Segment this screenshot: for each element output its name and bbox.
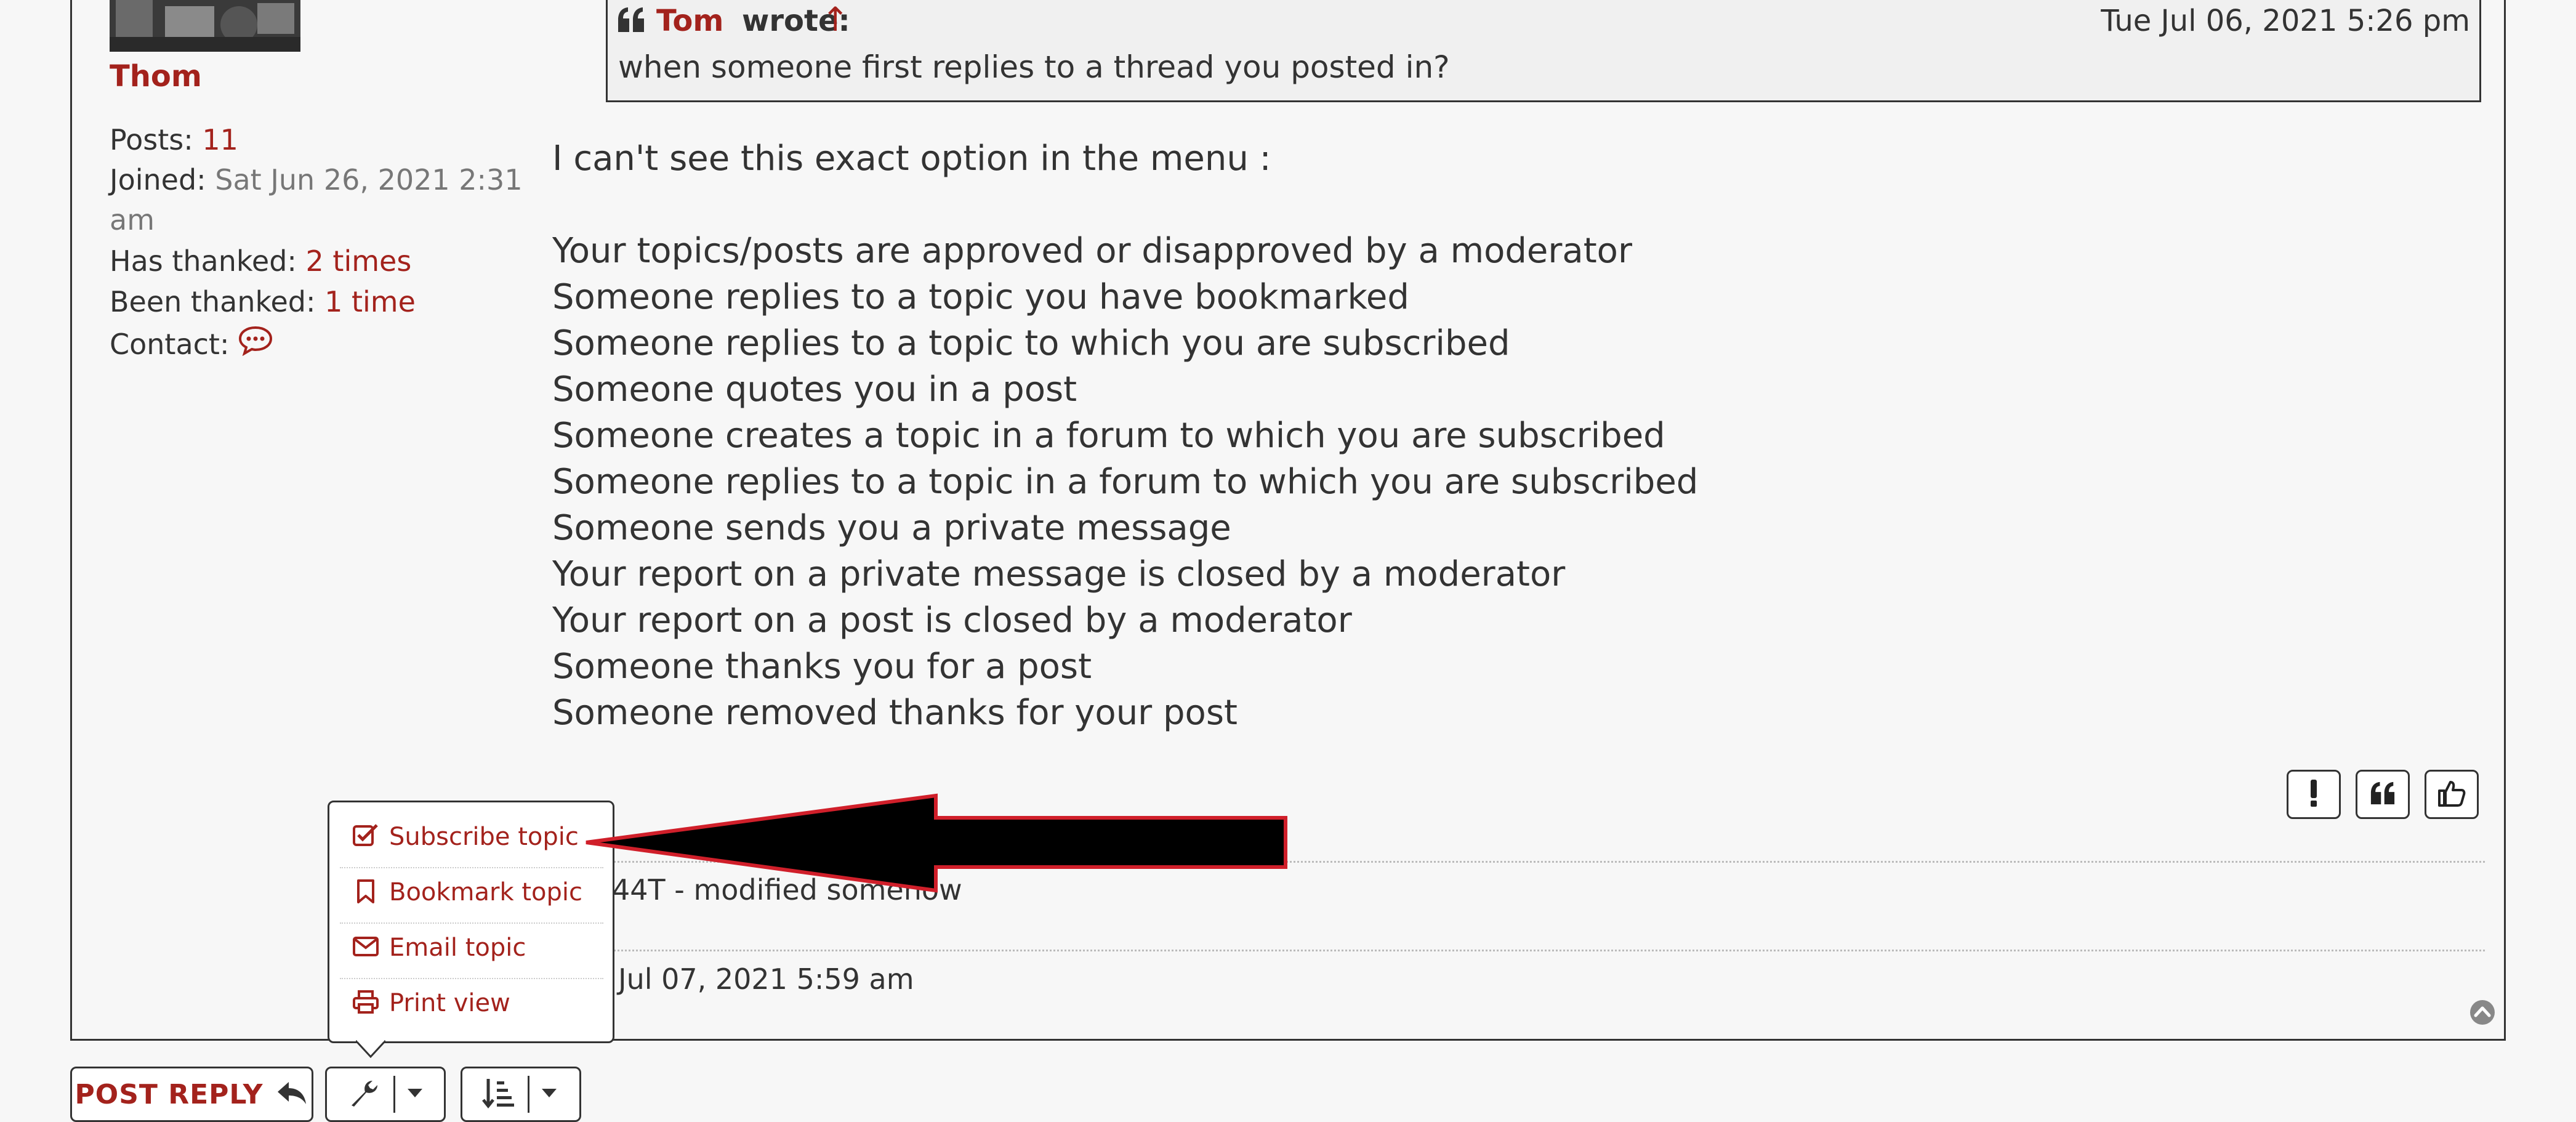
- quote-text: when someone first replies to a thread y…: [618, 49, 1450, 85]
- chat-icon[interactable]: [238, 325, 273, 363]
- wrench-icon: [348, 1077, 380, 1112]
- author-contact: Contact:: [110, 325, 273, 363]
- check-square-icon: [352, 823, 379, 850]
- dropdown-caret: [355, 1039, 387, 1060]
- bookmark-icon: [352, 879, 379, 906]
- email-topic-label: Email topic: [389, 934, 526, 962]
- sort-button[interactable]: [461, 1067, 581, 1122]
- quote-icon: [617, 6, 645, 36]
- author-posts: Posts: 11: [110, 123, 238, 156]
- bookmark-topic-label: Bookmark topic: [389, 878, 583, 906]
- edit-divider: [610, 950, 2485, 951]
- back-to-top-icon[interactable]: [2469, 999, 2496, 1028]
- quote-icon: [2369, 781, 2396, 808]
- post-line: Someone thanks you for a post: [552, 647, 1092, 687]
- subscribe-topic-label: Subscribe topic: [389, 823, 579, 851]
- post-line: Your report on a post is closed by a mod…: [552, 600, 1352, 640]
- has-thanked-link[interactable]: 2 times: [306, 244, 412, 278]
- email-topic-item[interactable]: Email topic: [352, 934, 526, 962]
- post-line: Someone replies to a topic in a forum to…: [552, 462, 1699, 502]
- author-joined: Joined: Sat Jun 26, 2021 2:31: [110, 163, 523, 196]
- subscribe-topic-item[interactable]: Subscribe topic: [352, 823, 579, 851]
- print-view-item[interactable]: Print view: [352, 989, 510, 1017]
- post-line: Someone creates a topic in a forum to wh…: [552, 416, 1665, 456]
- envelope-icon: [352, 934, 379, 961]
- thanks-button[interactable]: [2425, 770, 2479, 819]
- quote-jump-link[interactable]: ↑: [821, 0, 849, 39]
- contact-label: Contact:: [110, 327, 230, 361]
- post-intro: I can't see this exact option in the men…: [552, 139, 1271, 179]
- post-line: Someone quotes you in a post: [552, 369, 1077, 410]
- reply-arrow-icon: [275, 1080, 308, 1109]
- printer-icon: [352, 990, 379, 1017]
- edit-info: Jul 07, 2021 5:59 am: [618, 963, 914, 996]
- exclamation-icon: [2309, 778, 2319, 810]
- post-line: Your topics/posts are approved or disapp…: [552, 231, 1632, 271]
- chevron-down-icon[interactable]: [406, 1088, 424, 1101]
- dropdown-separator: [340, 978, 603, 979]
- chevron-down-icon[interactable]: [541, 1088, 558, 1101]
- joined-date: Sat Jun 26, 2021 2:31: [215, 163, 523, 196]
- quote-author[interactable]: Tom: [656, 4, 723, 38]
- posts-label: Posts:: [110, 123, 193, 156]
- post-line: Someone removed thanks for your post: [552, 693, 1238, 733]
- author-username[interactable]: Thom: [110, 59, 202, 94]
- sort-icon: [482, 1076, 515, 1112]
- dropdown-separator: [340, 867, 603, 868]
- annotation-arrow-icon: [585, 788, 1293, 902]
- joined-date-cont: am: [110, 203, 155, 236]
- author-been-thanked: Been thanked: 1 time: [110, 285, 416, 318]
- print-view-label: Print view: [389, 989, 510, 1017]
- post-reply-button[interactable]: POST REPLY: [70, 1067, 313, 1122]
- report-button[interactable]: [2287, 770, 2341, 819]
- author-has-thanked: Has thanked: 2 times: [110, 244, 411, 278]
- been-thanked-label: Been thanked:: [110, 285, 316, 318]
- post-line: Someone replies to a topic you have book…: [552, 277, 1409, 317]
- has-thanked-label: Has thanked:: [110, 244, 297, 278]
- dropdown-separator: [340, 922, 603, 924]
- post-line: Your report on a private message is clos…: [552, 554, 1566, 594]
- posts-count-link[interactable]: 11: [202, 123, 238, 156]
- quote-button[interactable]: [2356, 770, 2410, 819]
- been-thanked-link[interactable]: 1 time: [324, 285, 416, 318]
- topic-tools-button[interactable]: [325, 1067, 446, 1122]
- joined-label: Joined:: [110, 163, 206, 196]
- sort-separator: [528, 1076, 529, 1113]
- post-line: Someone sends you a private message: [552, 508, 1231, 548]
- post-line: Someone replies to a topic to which you …: [552, 323, 1510, 363]
- bookmark-topic-item[interactable]: Bookmark topic: [352, 878, 582, 906]
- avatar[interactable]: [110, 0, 300, 52]
- quote-date: Tue Jul 06, 2021 5:26 pm: [2101, 4, 2470, 38]
- thumbs-up-icon: [2437, 778, 2466, 810]
- tools-separator: [393, 1076, 395, 1113]
